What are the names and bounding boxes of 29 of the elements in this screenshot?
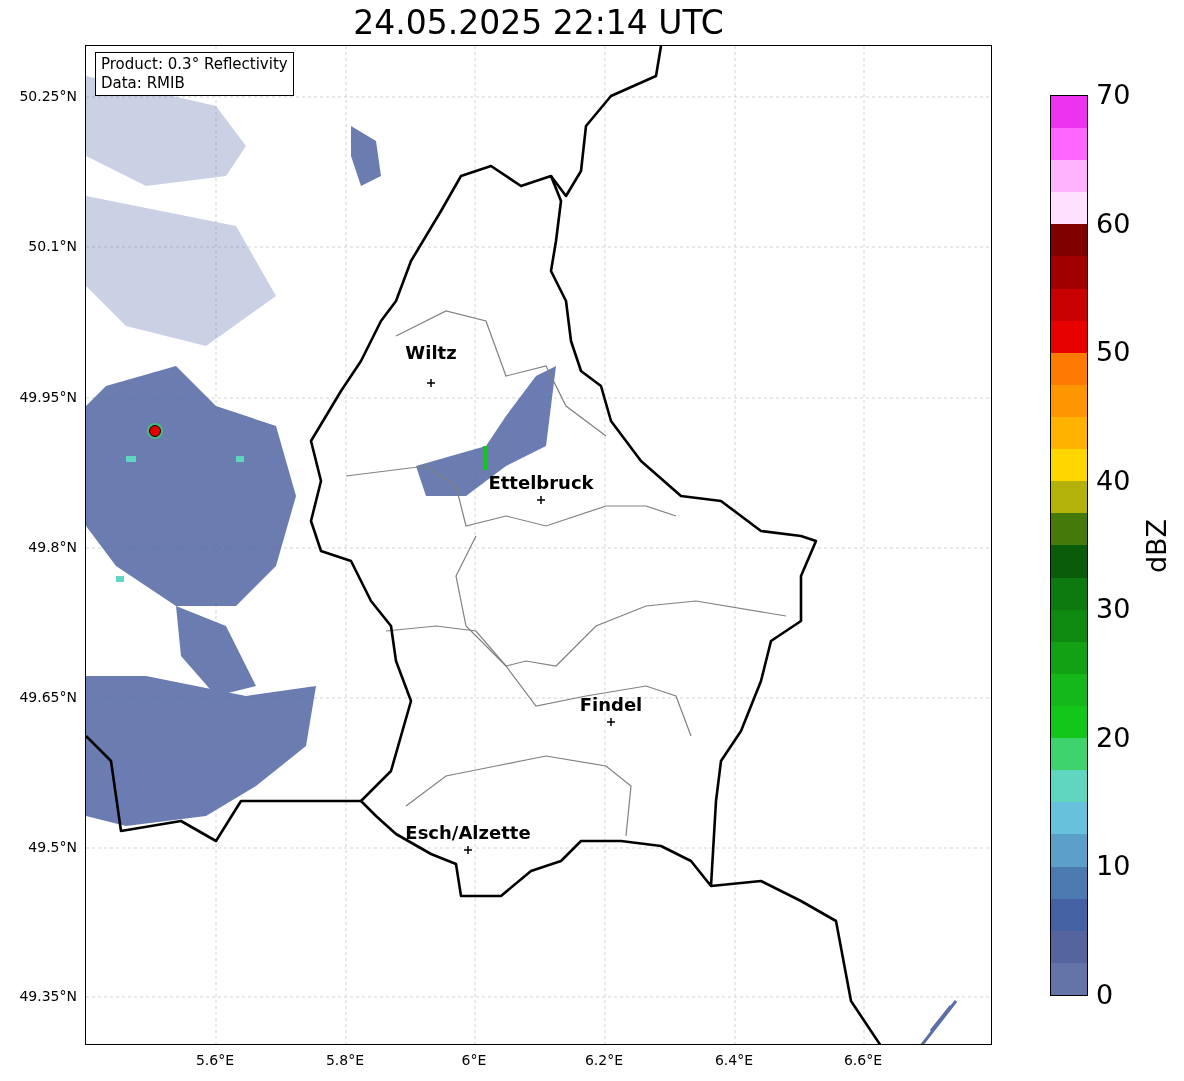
colorbar-tick-label: 40 (1096, 465, 1131, 496)
colorbar-tick-label: 0 (1096, 980, 1114, 1010)
latitude-label: 49.5°N (28, 839, 77, 855)
info-text: Data: RMIB (101, 74, 186, 93)
latitude-label: 50.25°N (19, 88, 77, 104)
latitude-label: 49.95°N (19, 389, 77, 405)
colorbar-tick-label: 60 (1096, 208, 1131, 239)
city-label: Wiltz (405, 343, 457, 363)
city-label: Ettelbruck (488, 473, 594, 493)
latitude-label: 49.35°N (19, 988, 77, 1004)
latitude-label: 49.65°N (19, 689, 77, 705)
colorbar-tick-label: 30 (1096, 594, 1131, 625)
colorbar-tick-label: 50 (1096, 337, 1131, 368)
longitude-label: 5.6°E (195, 1052, 235, 1068)
chart-title: 24.05.2025 22:14 UTC (353, 2, 724, 44)
longitude-label: 6.2°E (584, 1052, 624, 1068)
colorbar-tick-label: 20 (1096, 722, 1131, 753)
longitude-label: 6°E (461, 1052, 487, 1068)
info-text: Product: 0.3° Reflectivity (101, 55, 288, 74)
city-label: Esch/Alzette (405, 823, 531, 843)
longitude-label: 5.8°E (325, 1052, 365, 1068)
latitude-label: 50.1°N (28, 238, 77, 254)
city-label: Findel (579, 695, 643, 715)
colorbar-label: dBZ (1141, 518, 1172, 573)
longitude-label: 6.6°E (843, 1052, 883, 1068)
latitude-label: 49.8°N (28, 539, 77, 555)
colorbar-tick-label: 10 (1096, 851, 1131, 882)
longitude-label: 6.4°E (714, 1052, 754, 1068)
colorbar-tick-label: 70 (1096, 80, 1131, 110)
